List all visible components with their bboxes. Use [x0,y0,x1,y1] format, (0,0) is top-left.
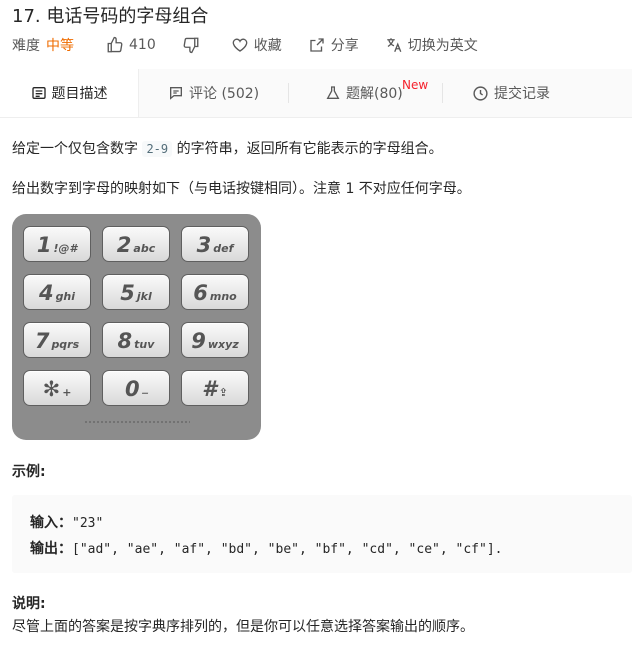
key-digit: 1 [36,233,52,257]
keypad-key-3: 3 def [181,226,249,262]
heart-icon [232,38,248,52]
key-letters: wxyz [207,338,239,351]
key-letters: jkl [136,290,152,303]
keypad-key-8: 8 tuv [102,322,170,358]
keypad-key-star: ✻ + [23,370,91,406]
key-letters: mno [209,290,237,303]
keypad-key-7: 7 pqrs [23,322,91,358]
translate-icon [386,38,402,53]
key-letters: ⎯ [141,386,148,399]
key-digit: 8 [117,329,133,353]
speaker-grille [84,420,190,424]
note-heading: 说明: [12,596,46,612]
share-label: 分享 [330,38,359,54]
favorite-label: 收藏 [253,38,282,54]
description-text: 给定一个仅包含数字 [12,141,143,157]
tab-bar: 题目描述 评论 (502) 题解(80) New 提交记录 [0,69,632,118]
tab-description-label: 题目描述 [51,86,108,102]
tab-comments-label: 评论 (502) [189,86,260,102]
description-icon [31,87,46,99]
key-digit: 7 [34,329,50,353]
thumb-up-icon [107,36,123,53]
translate-button[interactable]: 切换为英文 [385,35,478,55]
share-button[interactable]: 分享 [308,35,359,55]
example-block: 输入："23" 输出：["ad", "ae", "af", "bd", "be"… [12,495,632,573]
example-output-line: 输出：["ad", "ae", "af", "bd", "be", "bf", … [30,538,502,558]
output-value: ["ad", "ae", "af", "bd", "be", "bf", "cd… [72,542,503,557]
favorite-button[interactable]: 收藏 [231,35,282,55]
problem-title: 17. 电话号码的字母组合 [12,6,209,27]
key-digit: ✻ [42,377,61,401]
clock-icon [473,85,488,101]
tab-comments[interactable]: 评论 (502) [168,69,259,117]
keypad-key-hash: # ⇪ [181,370,249,406]
description-paragraph-1: 给定一个仅包含数字 2-9 的字符串，返回所有它能表示的字母组合。 [12,138,443,158]
key-letters: def [213,242,234,255]
dislike-button[interactable] [182,36,205,54]
difficulty-label: 难度 [12,38,40,54]
tab-submissions[interactable]: 提交记录 [472,69,550,117]
key-digit: # [202,377,217,401]
keypad-key-1: 1 !@# [23,226,91,262]
example-input-line: 输入："23" [30,512,103,532]
input-label: 输入： [30,515,72,531]
key-letters: + [62,386,72,399]
key-digit: 9 [191,329,206,353]
description-text: 的字符串，返回所有它能表示的字母组合。 [172,141,443,157]
description-paragraph-2: 给出数字到字母的映射如下（与电话按键相同）。注意 1 不对应任何字母。 [12,181,471,197]
tab-divider [288,83,289,103]
key-letters: abc [133,242,156,255]
tab-description[interactable]: 题目描述 [0,69,139,117]
key-digit: 0 [124,377,140,401]
inline-code: 2-9 [142,141,173,157]
key-letters: pqrs [51,338,80,351]
keypad-key-5: 5 jkl [102,274,170,310]
keypad-key-4: 4 ghi [23,274,91,310]
comment-icon [170,87,182,100]
output-label: 输出： [30,541,72,557]
example-heading: 示例: [12,464,46,480]
thumb-down-icon [183,37,199,54]
keypad-key-0: 0 ⎯ [102,370,170,406]
tab-solutions[interactable]: 题解(80) [325,69,403,117]
share-icon [310,38,324,52]
phone-keypad-image: 1 !@# 2 abc 3 def 4 ghi 5 jkl 6 mno 7 pqrs 8 tuv… [12,214,261,440]
difficulty-value: 中等 [46,38,74,54]
tab-submissions-label: 提交记录 [494,86,550,102]
keypad-key-2: 2 abc [102,226,170,262]
key-letters: tuv [134,338,155,351]
key-letters: ghi [55,290,76,303]
key-digit: 4 [38,281,54,305]
tab-solutions-label: 题解(80) [346,86,403,102]
key-digit: 6 [193,281,208,305]
new-badge: New [402,78,429,92]
keypad-key-9: 9 wxyz [181,322,249,358]
key-letters: !@# [53,242,78,255]
like-count: 410 [129,37,156,53]
key-letters: ⇪ [218,386,228,399]
key-digit: 3 [196,233,212,257]
note-text: 尽管上面的答案是按字典序排列的，但是你可以任意选择答案输出的顺序。 [12,619,474,635]
keypad-key-6: 6 mno [181,274,249,310]
flask-icon [326,86,340,99]
key-digit: 5 [120,281,135,305]
tab-divider [442,83,443,103]
translate-label: 切换为英文 [407,38,478,54]
like-button[interactable]: 410 [106,36,156,54]
problem-meta-bar: 难度 中等 410 收藏 分享 切换为英文 [12,35,504,55]
input-value: "23" [72,516,104,531]
key-digit: 2 [116,233,132,257]
